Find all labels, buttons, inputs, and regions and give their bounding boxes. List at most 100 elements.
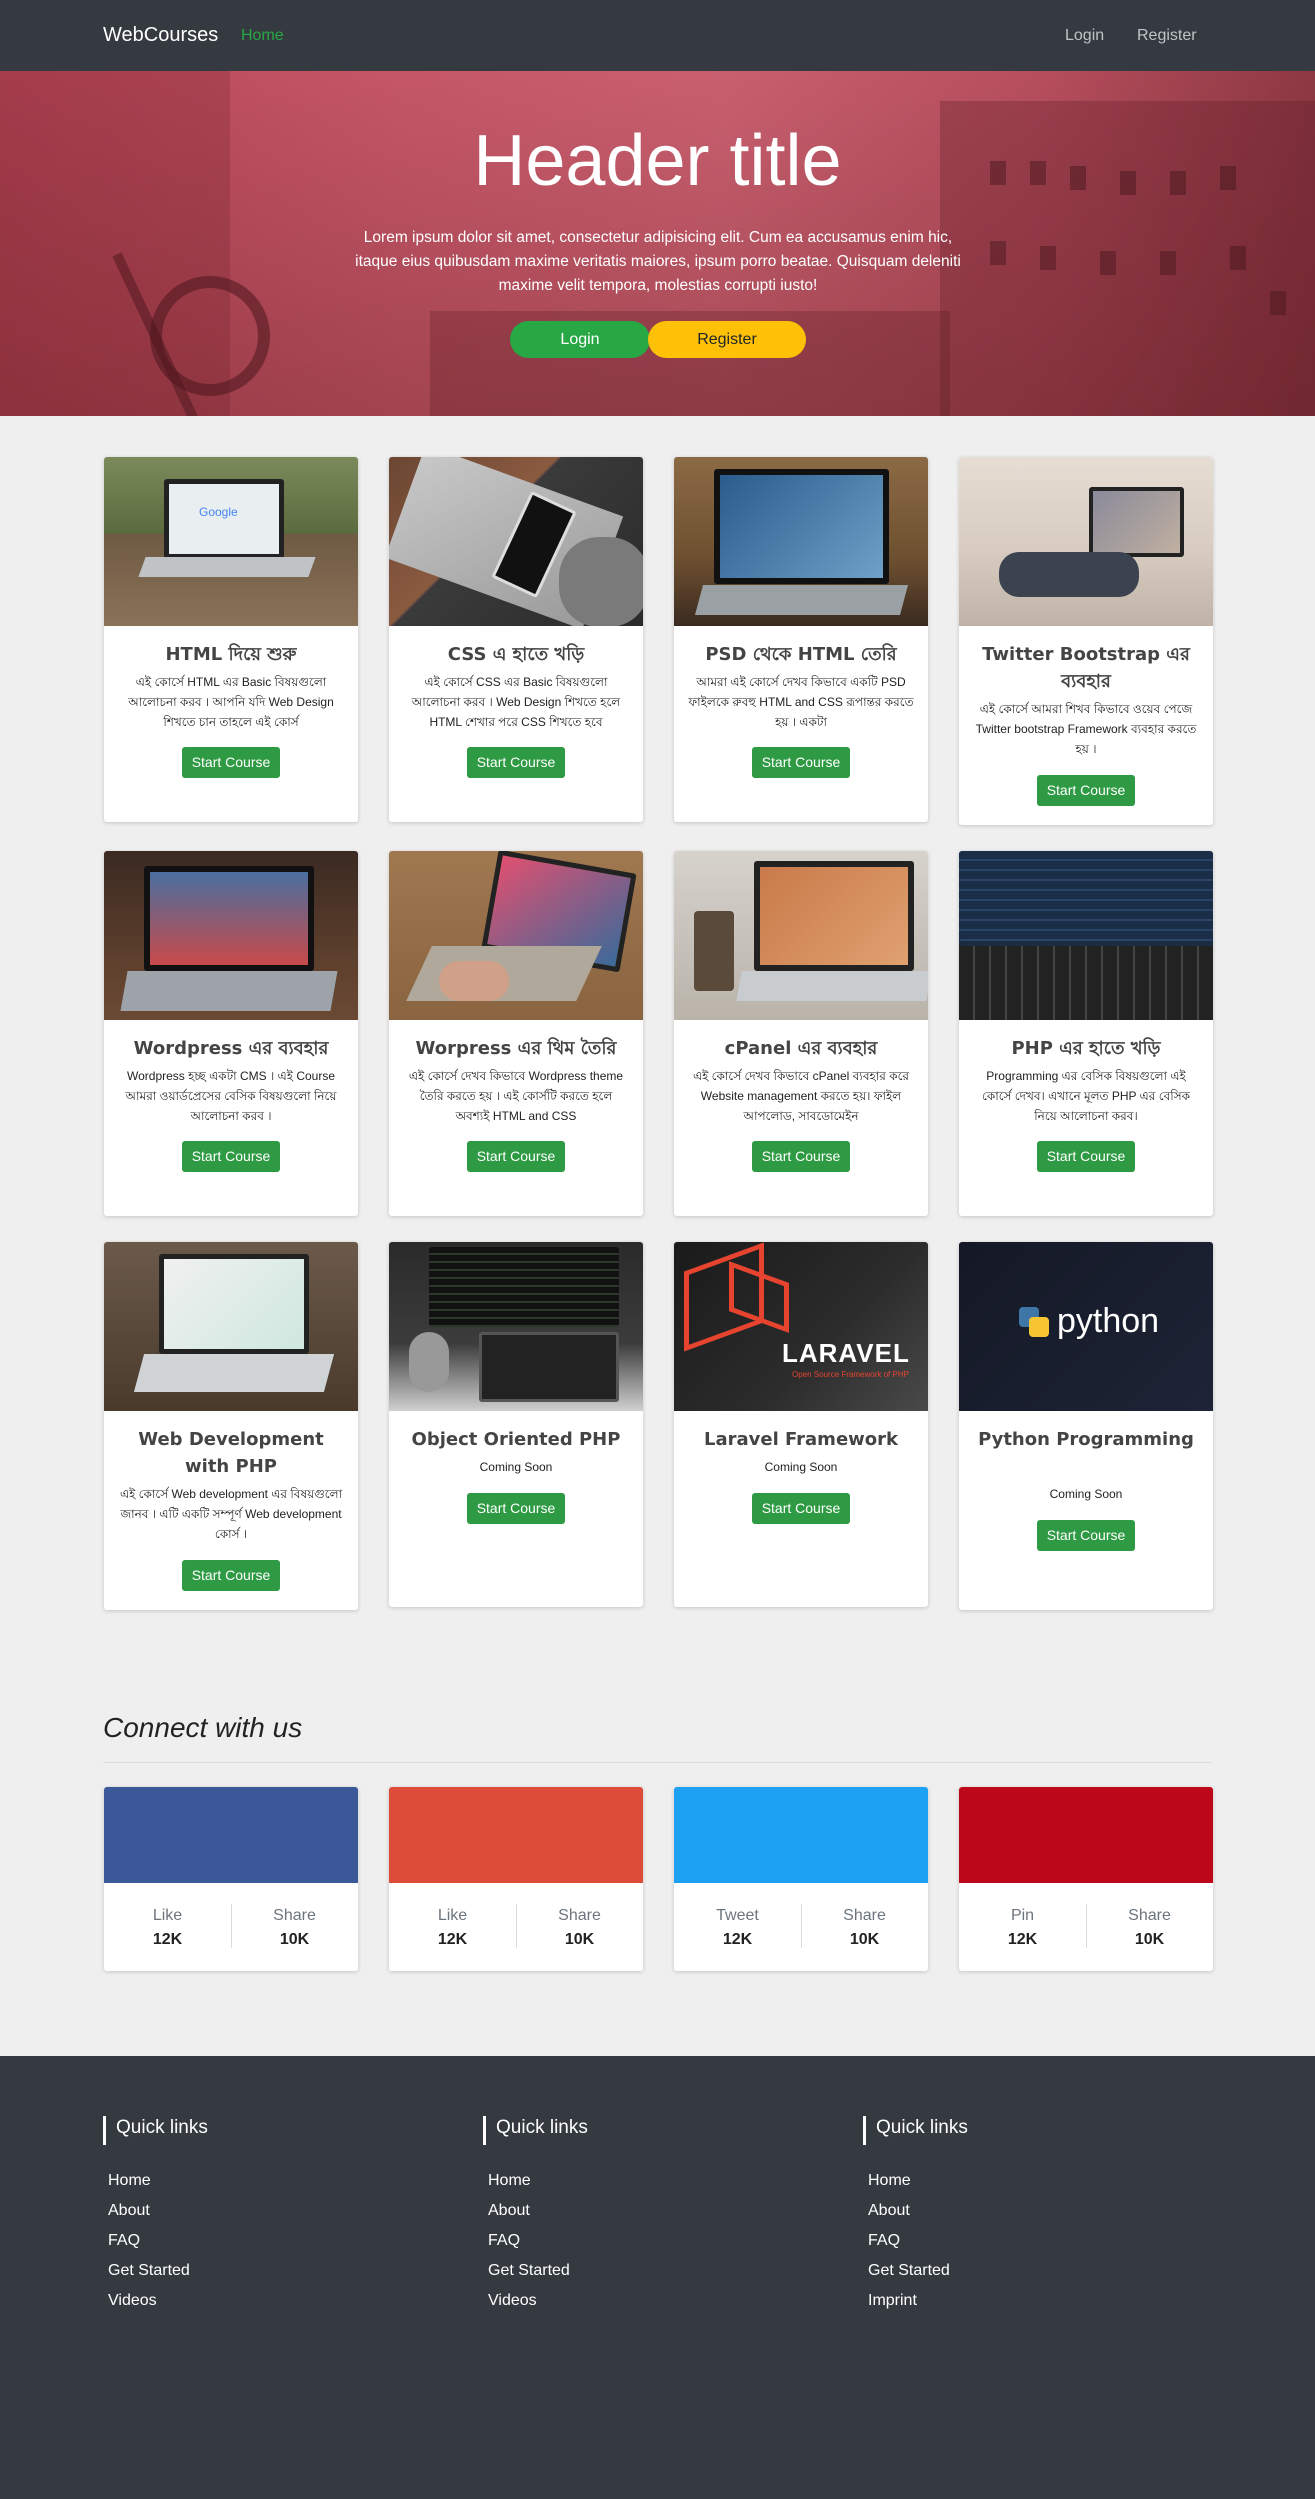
hero-register-button[interactable]: Register xyxy=(648,321,806,358)
thumb-laravel-text: LARAVEL xyxy=(782,1338,910,1368)
nav-home-link[interactable]: Home xyxy=(241,27,284,45)
start-course-button[interactable]: Start Course xyxy=(752,747,850,778)
start-course-button[interactable]: Start Course xyxy=(467,747,565,778)
course-card: Object Oriented PHP Coming Soon Start Co… xyxy=(389,1242,643,1607)
twitter-banner[interactable] xyxy=(674,1787,928,1883)
course-thumbnail-desk-laptop xyxy=(959,457,1213,626)
connect-divider xyxy=(103,1762,1212,1763)
course-thumbnail-dashboard-laptop xyxy=(104,1242,358,1411)
course-card: Google HTML দিয়ে শুরু এই কোর্সে HTML এর… xyxy=(104,457,358,822)
footer-link-get-started[interactable]: Get Started xyxy=(108,2262,190,2280)
course-description: Coming Soon xyxy=(764,1460,838,1474)
course-title: PHP এর হাতে খড়ি xyxy=(1011,1038,1161,1059)
twitter-card: Tweet 12K Share 10K xyxy=(674,1787,928,1971)
footer-link-home[interactable]: Home xyxy=(108,2172,151,2190)
stat-value: 12K xyxy=(722,1931,753,1948)
start-course-button[interactable]: Start Course xyxy=(467,1493,565,1524)
start-course-button[interactable]: Start Course xyxy=(1037,775,1135,806)
connect-heading: Connect with us xyxy=(103,1712,303,1743)
stat-label: Share xyxy=(558,1907,601,1924)
footer-link-videos[interactable]: Videos xyxy=(488,2292,537,2310)
footer-link-faq[interactable]: FAQ xyxy=(868,2232,900,2250)
course-title: Web Development with PHP xyxy=(138,1429,324,1477)
pinterest-share-stat[interactable]: Share 10K xyxy=(1086,1907,1213,1949)
stat-value: 10K xyxy=(849,1931,880,1948)
google-plus-like-stat[interactable]: Like 12K xyxy=(389,1907,516,1949)
course-thumbnail-laptop-google: Google xyxy=(104,457,358,626)
start-course-button[interactable]: Start Course xyxy=(752,1493,850,1524)
thumb-laravel-subtext: Open Source Framework of PHP xyxy=(792,1370,909,1379)
course-card: Wordpress এর ব্যবহার Wordpress হচ্ছ একটা… xyxy=(104,851,358,1216)
course-description: Coming Soon xyxy=(479,1460,553,1474)
google-plus-share-stat[interactable]: Share 10K xyxy=(516,1907,643,1949)
pinterest-card: Pin 12K Share 10K xyxy=(959,1787,1213,1971)
footer-link-about[interactable]: About xyxy=(488,2202,530,2220)
google-plus-card: Like 12K Share 10K xyxy=(389,1787,643,1971)
footer-link-faq[interactable]: FAQ xyxy=(108,2232,140,2250)
footer-column-title: Quick links xyxy=(116,2117,208,2138)
stat-label: Share xyxy=(843,1907,886,1924)
twitter-tweet-stat[interactable]: Tweet 12K xyxy=(674,1907,801,1949)
start-course-button[interactable]: Start Course xyxy=(467,1141,565,1172)
footer-link-get-started[interactable]: Get Started xyxy=(488,2262,570,2280)
start-course-button[interactable]: Start Course xyxy=(1037,1520,1135,1551)
nav-login-link[interactable]: Login xyxy=(1065,27,1104,45)
nav-register-link[interactable]: Register xyxy=(1137,27,1197,45)
course-title: PSD থেকে HTML তেরি xyxy=(705,644,897,665)
footer-link-videos[interactable]: Videos xyxy=(108,2292,157,2310)
course-card: python Python Programming Coming Soon St… xyxy=(959,1242,1213,1610)
stat-label: Like xyxy=(437,1907,468,1924)
course-card: cPanel এর ব্যবহার এই কোর্সে দেখব কিভাবে … xyxy=(674,851,928,1216)
course-title: cPanel এর ব্যবহার xyxy=(724,1038,878,1059)
hero-description: Lorem ipsum dolor sit amet, consectetur … xyxy=(355,229,961,294)
course-description: আমরা এই কোর্সে দেখব কিভাবে একটি PSD ফাইল… xyxy=(688,675,914,729)
course-description: এই কোর্সে আমরা শিখব কিভাবে ওয়েব পেজে Tw… xyxy=(975,702,1197,756)
course-title: Object Oriented PHP xyxy=(411,1429,621,1450)
footer-link-about[interactable]: About xyxy=(108,2202,150,2220)
thumb-python-text: python xyxy=(1057,1302,1160,1340)
facebook-like-stat[interactable]: Like 12K xyxy=(104,1907,231,1949)
course-title: Twitter Bootstrap এর ব্যবহার xyxy=(982,644,1190,692)
course-card: CSS এ হাতে খড়ি এই কোর্সে CSS এর Basic ব… xyxy=(389,457,643,822)
footer-link-get-started[interactable]: Get Started xyxy=(868,2262,950,2280)
twitter-share-stat[interactable]: Share 10K xyxy=(801,1907,928,1949)
start-course-button[interactable]: Start Course xyxy=(182,1141,280,1172)
footer-link-home[interactable]: Home xyxy=(868,2172,911,2190)
course-title: Wordpress এর ব্যবহার xyxy=(133,1038,329,1059)
start-course-button[interactable]: Start Course xyxy=(182,747,280,778)
stat-label: Share xyxy=(273,1907,316,1924)
course-thumbnail-laravel: LARAVEL Open Source Framework of PHP xyxy=(674,1242,928,1411)
stat-label: Pin xyxy=(1010,1907,1035,1924)
pinterest-banner[interactable] xyxy=(959,1787,1213,1883)
footer-column-title: Quick links xyxy=(496,2117,588,2138)
facebook-banner[interactable] xyxy=(104,1787,358,1883)
course-description: এই কোর্সে দেখব কিভাবে cPanel ব্যবহার করে… xyxy=(692,1069,910,1123)
course-description: Wordpress হচ্ছ একটা CMS । এই Course আমরা… xyxy=(125,1069,337,1123)
course-thumbnail-dev-setup xyxy=(389,1242,643,1411)
pinterest-pin-stat[interactable]: Pin 12K xyxy=(959,1907,1086,1949)
course-description: এই কোর্সে HTML এর Basic বিষয়গুলো আলোচনা… xyxy=(128,675,334,729)
footer-link-home[interactable]: Home xyxy=(488,2172,531,2190)
start-course-button[interactable]: Start Course xyxy=(1037,1141,1135,1172)
facebook-card: Like 12K Share 10K xyxy=(104,1787,358,1971)
hero-login-button[interactable]: Login xyxy=(510,321,650,358)
brand-logo[interactable]: WebCourses xyxy=(103,24,218,47)
start-course-button[interactable]: Start Course xyxy=(182,1560,280,1591)
google-plus-banner[interactable] xyxy=(389,1787,643,1883)
stat-value: 12K xyxy=(152,1931,183,1948)
facebook-share-stat[interactable]: Share 10K xyxy=(231,1907,358,1949)
stat-label: Share xyxy=(1128,1907,1171,1924)
footer-link-imprint[interactable]: Imprint xyxy=(868,2292,917,2310)
footer-column-title: Quick links xyxy=(876,2117,968,2138)
course-title: Laravel Framework xyxy=(704,1429,898,1450)
stat-label: Like xyxy=(152,1907,183,1924)
start-course-button[interactable]: Start Course xyxy=(752,1141,850,1172)
course-description: Programming এর বেসিক বিষয়গুলো এই কোর্সে… xyxy=(981,1069,1191,1123)
course-thumbnail-typing-laptop xyxy=(389,851,643,1020)
footer-link-faq[interactable]: FAQ xyxy=(488,2232,520,2250)
course-description: Coming Soon xyxy=(1049,1487,1123,1501)
course-card: Worpress এর থিম তৈরি এই কোর্সে দেখব কিভা… xyxy=(389,851,643,1216)
footer-link-about[interactable]: About xyxy=(868,2202,910,2220)
course-card: Twitter Bootstrap এর ব্যবহার এই কোর্সে আ… xyxy=(959,457,1213,825)
course-title: CSS এ হাতে খড়ি xyxy=(447,644,585,665)
